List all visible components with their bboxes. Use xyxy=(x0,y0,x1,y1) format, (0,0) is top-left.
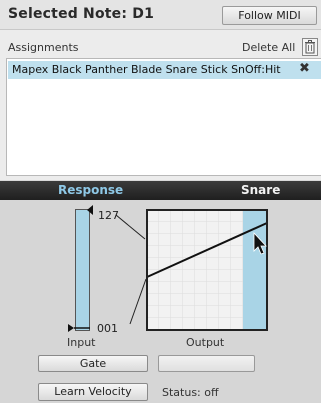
gate-button[interactable]: Gate xyxy=(38,355,148,372)
input-axis-label: Input xyxy=(67,336,96,349)
remove-icon[interactable]: ✖ xyxy=(299,61,310,76)
output-axis-label: Output xyxy=(186,336,225,349)
tab-response[interactable]: Response xyxy=(58,183,123,197)
learn-velocity-button[interactable]: Learn Velocity xyxy=(38,383,148,401)
follow-midi-button[interactable]: Follow MIDI xyxy=(222,6,317,25)
list-item[interactable]: Mapex Black Panther Blade Snare Stick Sn… xyxy=(8,61,321,79)
input-max-label: 127 xyxy=(98,209,119,222)
status-text: Status: off xyxy=(162,386,219,399)
gate-slider[interactable] xyxy=(158,355,255,372)
tab-bar: Response Snare xyxy=(0,181,321,200)
header-bar: Selected Note: D1 Follow MIDI xyxy=(0,0,321,30)
max-handle-icon xyxy=(87,205,93,215)
response-curve-graph[interactable] xyxy=(146,209,268,331)
input-range-indicators xyxy=(68,205,147,332)
page-title: Selected Note: D1 xyxy=(8,6,155,22)
list-item-label: Mapex Black Panther Blade Snare Stick Sn… xyxy=(12,63,281,76)
input-min-label: 001 xyxy=(97,322,118,335)
trash-icon[interactable] xyxy=(302,38,318,56)
assignments-label: Assignments xyxy=(8,41,79,54)
assignments-list[interactable]: Mapex Black Panther Blade Snare Stick Sn… xyxy=(6,58,321,176)
delete-all-button[interactable]: Delete All xyxy=(242,41,295,54)
min-handle-icon xyxy=(68,324,74,332)
tab-snare[interactable]: Snare xyxy=(241,183,280,197)
